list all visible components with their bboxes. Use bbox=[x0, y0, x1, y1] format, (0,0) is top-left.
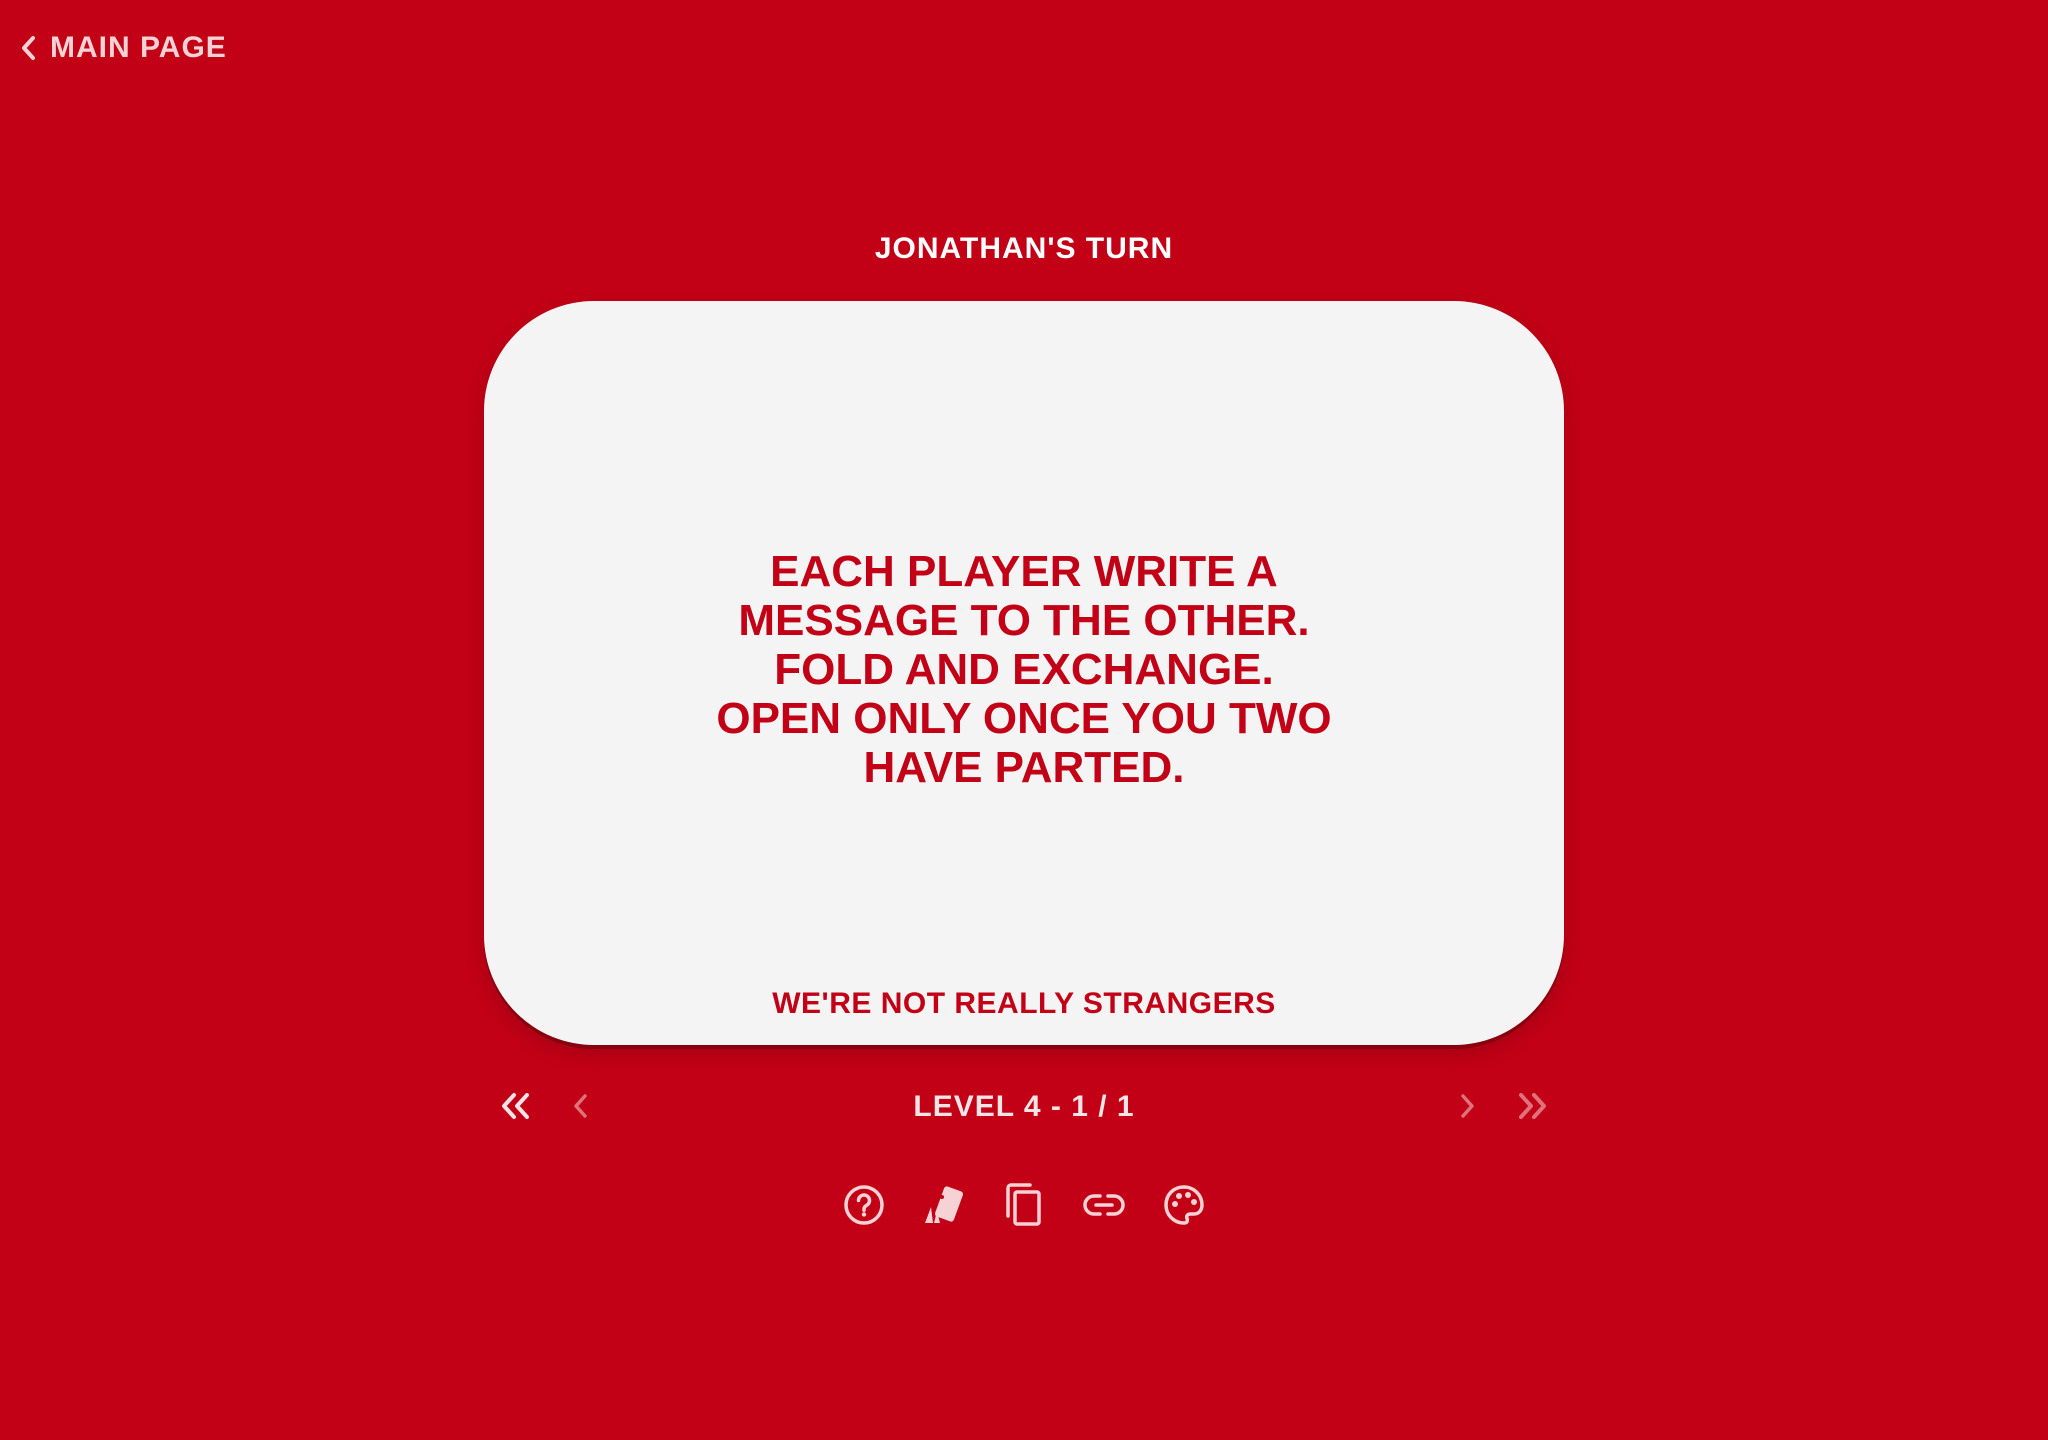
main-page-link[interactable]: MAIN PAGE bbox=[20, 28, 227, 68]
copy-icon bbox=[1004, 1182, 1044, 1228]
next-card-button[interactable] bbox=[1448, 1088, 1488, 1128]
turn-indicator: JONATHAN'S TURN bbox=[874, 232, 1174, 265]
question-card: EACH PLAYER WRITE A MESSAGE TO THE OTHER… bbox=[484, 301, 1564, 1045]
cards-icon bbox=[921, 1183, 967, 1227]
deck-name: WE'RE NOT REALLY STRANGERS bbox=[772, 987, 1276, 1020]
link-icon bbox=[1083, 1192, 1125, 1218]
cards-button[interactable] bbox=[922, 1180, 966, 1230]
share-link-button[interactable] bbox=[1082, 1180, 1126, 1230]
copy-button[interactable] bbox=[1002, 1180, 1046, 1230]
palette-icon bbox=[1162, 1183, 1206, 1227]
double-chevron-right-icon bbox=[1516, 1092, 1548, 1125]
last-card-button[interactable] bbox=[1512, 1088, 1552, 1128]
main-page-label: MAIN PAGE bbox=[50, 31, 227, 64]
card-toolbar bbox=[0, 1180, 2048, 1230]
help-circle-icon bbox=[843, 1184, 885, 1226]
card-prompt: EACH PLAYER WRITE A MESSAGE TO THE OTHER… bbox=[716, 547, 1332, 792]
theme-button[interactable] bbox=[1162, 1180, 1206, 1230]
help-button[interactable] bbox=[842, 1180, 886, 1230]
chevron-left-icon bbox=[20, 35, 36, 61]
level-indicator: LEVEL 4 - 1 / 1 bbox=[913, 1090, 1135, 1123]
game-screen: MAIN PAGE JONATHAN'S TURN EACH PLAYER WR… bbox=[0, 0, 2048, 1440]
chevron-right-icon bbox=[1458, 1092, 1478, 1125]
